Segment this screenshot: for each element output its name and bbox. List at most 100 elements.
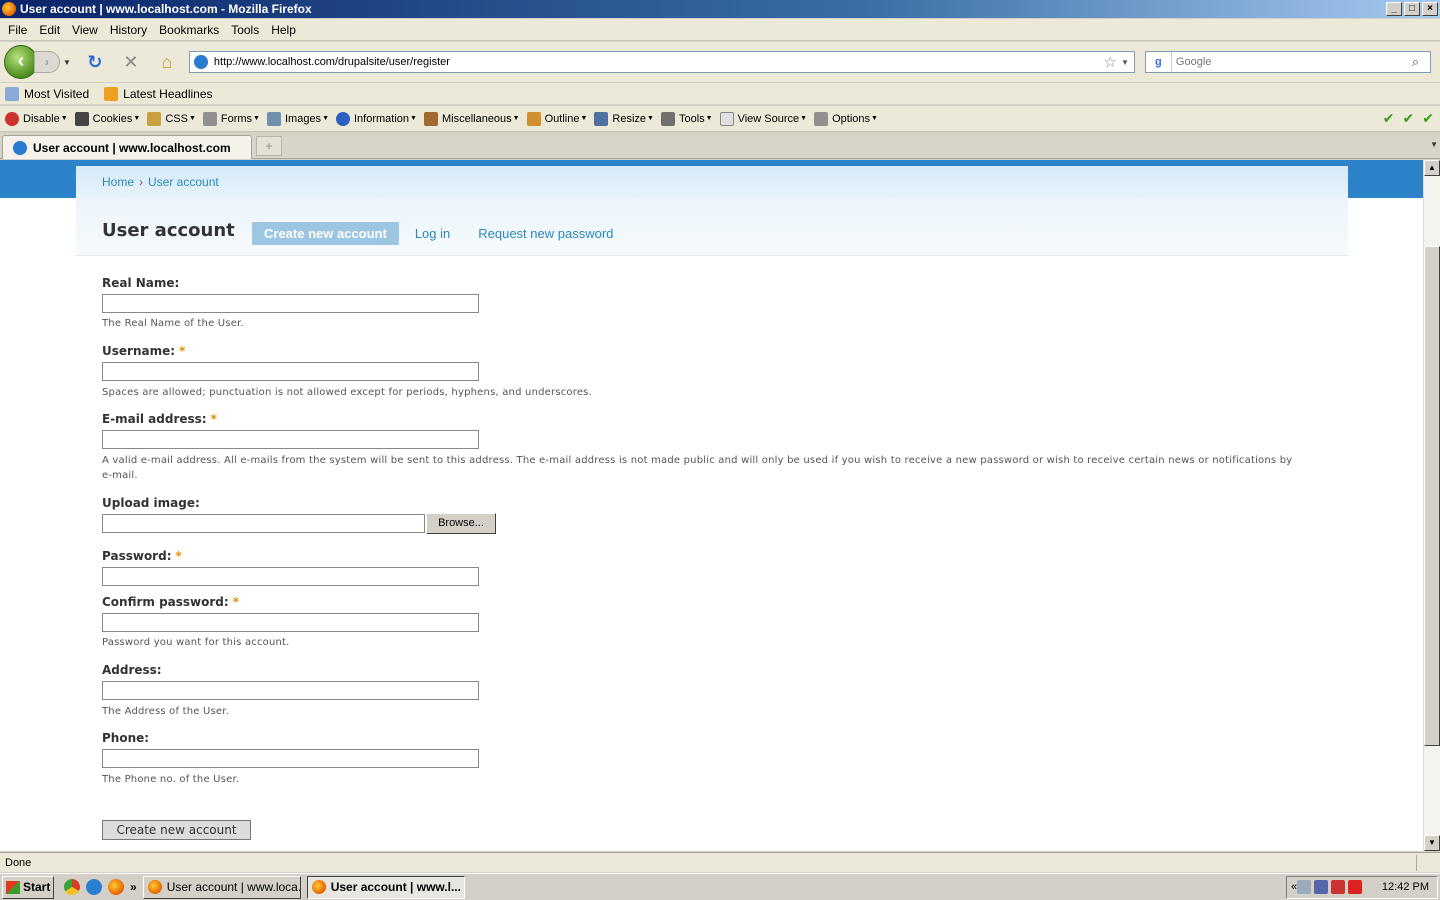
start-button[interactable]: Start [2, 875, 54, 899]
upload-image-input[interactable] [102, 514, 425, 533]
html-valid-check-icon[interactable]: ✔ [1403, 110, 1415, 127]
email-input[interactable] [102, 430, 479, 449]
browse-button[interactable]: Browse... [426, 513, 496, 534]
phone-input[interactable] [102, 749, 479, 768]
windows-flag-icon [6, 880, 20, 894]
breadcrumb-user-account-link[interactable]: User account [148, 175, 219, 189]
devbar-label: Miscellaneous [441, 112, 512, 125]
search-bar[interactable]: g ⌕ [1144, 51, 1431, 73]
bookmark-most-visited[interactable]: Most Visited [5, 86, 90, 101]
address-input[interactable] [102, 681, 479, 700]
scroll-down-button[interactable]: ▼ [1424, 835, 1440, 851]
task-label: User account | www.l... [330, 880, 461, 894]
taskbar-task-firefox-2[interactable]: User account | www.l... [306, 875, 465, 899]
devbar-cookies[interactable]: Cookies ▼ [74, 111, 140, 126]
chrome-icon[interactable] [64, 879, 80, 895]
scroll-thumb[interactable] [1424, 246, 1440, 746]
tab-request-new-password[interactable]: Request new password [466, 222, 625, 245]
devbar-label: Images [284, 112, 322, 125]
menu-bookmarks[interactable]: Bookmarks [153, 23, 225, 37]
scroll-up-button[interactable]: ▲ [1424, 160, 1440, 176]
close-button[interactable]: × [1422, 2, 1438, 16]
search-icon[interactable]: ⌕ [1412, 54, 1430, 70]
breadcrumb-home-link[interactable]: Home [102, 175, 134, 189]
stop-icon[interactable]: ✕ [120, 51, 142, 73]
quick-launch-more-icon[interactable]: » [130, 880, 137, 894]
devbar-information[interactable]: Information ▼ [336, 111, 417, 126]
forms-icon [202, 111, 217, 126]
label-text: Address: [102, 663, 162, 677]
bookmark-label: Most Visited [24, 86, 90, 101]
address-description: The Address of the User. [102, 706, 230, 717]
menu-edit[interactable]: Edit [33, 23, 66, 37]
tab-create-new-account[interactable]: Create new account [252, 222, 399, 245]
firefox-icon[interactable] [108, 879, 124, 895]
password-input[interactable] [102, 567, 479, 586]
devbar-view-source[interactable]: View Source ▼ [719, 111, 807, 126]
new-tab-button[interactable]: + [256, 136, 282, 156]
page-viewport: Home › User account User account Create … [0, 160, 1423, 851]
forward-button[interactable]: › [34, 51, 60, 73]
devbar-miscellaneous[interactable]: Miscellaneous ▼ [423, 111, 520, 126]
menu-help[interactable]: Help [265, 23, 302, 37]
reload-icon[interactable]: ↻ [84, 51, 106, 73]
dropdown-arrow-icon: ▼ [410, 115, 417, 122]
security-shield-icon[interactable] [1331, 880, 1346, 894]
tab-list-dropdown-icon[interactable]: ▼ [1430, 140, 1438, 149]
navigation-toolbar: ‹ › ▼ ↻ ✕ ⌂ http://www.localhost.com/dru… [0, 42, 1440, 82]
taskbar-task-firefox-1[interactable]: User account | www.loca... [142, 875, 301, 899]
home-icon[interactable]: ⌂ [156, 51, 178, 73]
windows-taskbar: Start » User account | www.loca... User … [0, 873, 1440, 900]
create-new-account-button[interactable]: Create new account [102, 820, 251, 840]
network-icon[interactable] [1297, 880, 1312, 894]
tab-user-account[interactable]: User account | www.localhost.com [2, 135, 252, 159]
tab-bar: User account | www.localhost.com + ▼ [0, 133, 1440, 159]
restore-button[interactable]: □ [1404, 2, 1420, 16]
minimize-button[interactable]: _ [1386, 2, 1402, 16]
internet-explorer-icon[interactable] [86, 879, 102, 895]
label-text: Password: [102, 549, 172, 563]
vertical-scrollbar[interactable]: ▲ ▼ [1423, 160, 1440, 851]
devbar-resize[interactable]: Resize ▼ [594, 111, 654, 126]
password-label: Password: * [102, 549, 182, 563]
system-clock: 12:42 PM [1381, 881, 1429, 893]
devbar-images[interactable]: Images ▼ [266, 111, 329, 126]
bookmark-star-icon[interactable]: ☆ [1104, 53, 1117, 71]
url-dropdown-icon[interactable]: ▼ [1121, 58, 1129, 67]
back-button[interactable]: ‹ [4, 45, 38, 79]
rss-feed-icon [104, 86, 119, 101]
devbar-forms[interactable]: Forms ▼ [202, 111, 260, 126]
display-icon[interactable] [1314, 880, 1329, 894]
devbar-label: CSS [165, 112, 188, 125]
menu-file[interactable]: File [2, 23, 33, 37]
devbar-css[interactable]: CSS ▼ [147, 111, 196, 126]
antivirus-icon[interactable] [1348, 880, 1363, 894]
real-name-input[interactable] [102, 294, 479, 313]
search-input[interactable] [1171, 56, 1412, 68]
breadcrumb: Home › User account [76, 166, 1348, 198]
devbar-disable[interactable]: Disable ▼ [5, 111, 68, 126]
status-text: Done [5, 856, 32, 869]
devbar-label: Information [354, 112, 410, 125]
devbar-options[interactable]: Options ▼ [814, 111, 878, 126]
devbar-label: View Source [737, 112, 800, 125]
devbar-tools[interactable]: Tools ▼ [660, 111, 713, 126]
css-valid-check-icon[interactable]: ✔ [1383, 110, 1395, 127]
google-engine-icon[interactable]: g [1146, 52, 1172, 72]
url-text[interactable]: http://www.localhost.com/drupalsite/user… [214, 56, 1104, 68]
validation-status: ✔ ✔ ✔ [1383, 110, 1434, 127]
bookmark-latest-headlines[interactable]: Latest Headlines [104, 86, 213, 101]
menu-history[interactable]: History [104, 23, 153, 37]
menu-tools[interactable]: Tools [225, 23, 265, 37]
confirm-password-input[interactable] [102, 613, 479, 632]
history-dropdown-icon[interactable]: ▼ [63, 58, 71, 67]
email-description: A valid e-mail address. All e-mails from… [102, 455, 1293, 481]
menu-view[interactable]: View [66, 23, 104, 37]
tab-log-in[interactable]: Log in [403, 222, 462, 245]
email-label: E-mail address: * [102, 412, 217, 426]
confirm-password-label: Confirm password: * [102, 595, 239, 609]
username-input[interactable] [102, 362, 479, 381]
url-bar[interactable]: http://www.localhost.com/drupalsite/user… [188, 51, 1135, 73]
devbar-outline[interactable]: Outline ▼ [526, 111, 587, 126]
js-valid-check-icon[interactable]: ✔ [1422, 110, 1434, 127]
